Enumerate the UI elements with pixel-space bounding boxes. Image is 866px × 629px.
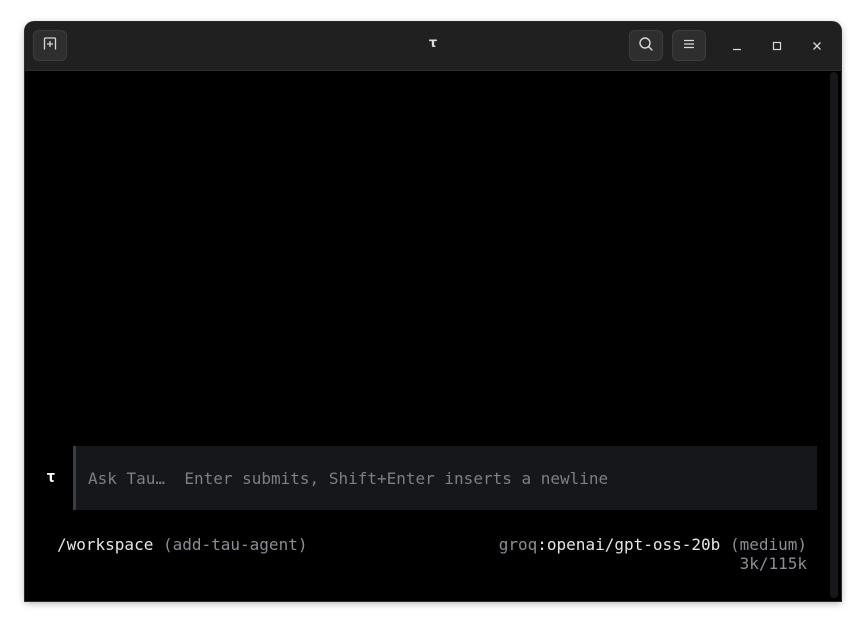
close-icon (811, 37, 823, 56)
search-icon (638, 36, 654, 56)
provider-separator: : (537, 535, 547, 554)
close-button[interactable] (805, 34, 829, 58)
git-branch: (add-tau-agent) (162, 535, 308, 554)
prompt-symbol: τ (46, 467, 56, 486)
workspace-path: /workspace (57, 535, 154, 554)
menu-button[interactable] (672, 30, 706, 61)
title-bar: τ (25, 22, 841, 71)
hamburger-menu-icon (682, 36, 696, 55)
window-title: τ (428, 36, 438, 51)
model-status: groq:openai/gpt-oss-20b (medium) 3k/115k (499, 535, 807, 573)
minimize-icon (731, 37, 743, 56)
search-button[interactable] (629, 30, 663, 61)
terminal-window: τ τ Ask Tau… Enter submits, Shift+Enter … (25, 22, 841, 601)
workspace-status: /workspace (add-tau-agent) (57, 535, 307, 554)
token-usage: 3k/115k (739, 554, 807, 573)
maximize-button[interactable] (765, 34, 789, 58)
model-name: openai/gpt-oss-20b (546, 535, 721, 554)
terminal-content: τ Ask Tau… Enter submits, Shift+Enter in… (25, 71, 841, 601)
reasoning-effort: (medium) (729, 535, 807, 554)
message-input[interactable]: Ask Tau… Enter submits, Shift+Enter inse… (73, 446, 817, 510)
scrollbar[interactable] (830, 72, 838, 598)
maximize-icon (771, 37, 783, 56)
model-provider: groq (498, 535, 538, 554)
minimize-button[interactable] (725, 34, 749, 58)
input-placeholder: Ask Tau… Enter submits, Shift+Enter inse… (88, 469, 609, 488)
